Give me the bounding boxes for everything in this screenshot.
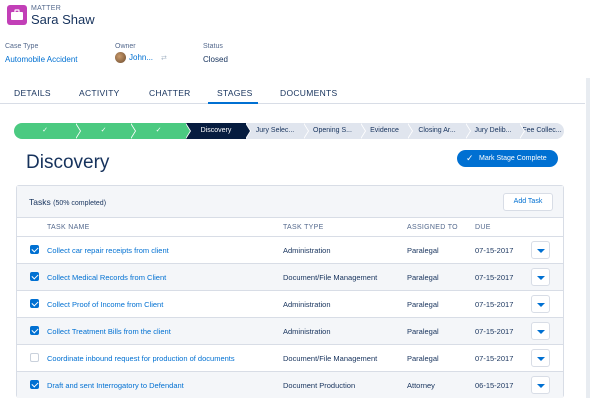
path-stage-fee-collection[interactable]: Fee Collec...: [520, 123, 564, 139]
check-icon: ✓: [466, 153, 474, 163]
path-stage-closing-arguments[interactable]: Closing Ar...: [408, 123, 466, 139]
path-stage-2[interactable]: ✓: [76, 123, 131, 139]
path-separator: [407, 123, 412, 139]
task-name-link[interactable]: Draft and sent Interrogatory to Defendan…: [47, 381, 184, 390]
status-label: Status: [203, 43, 223, 50]
table-row: Collect Proof of Income from Client Admi…: [17, 290, 563, 317]
task-type: Document/File Management: [283, 273, 378, 282]
path-separator: [75, 123, 80, 139]
column-header-task-type[interactable]: TASK TYPE: [283, 224, 324, 231]
path-stage-opening-statements[interactable]: Opening S...: [304, 123, 361, 139]
briefcase-icon: [7, 5, 27, 25]
object-label: MATTER: [31, 5, 62, 12]
task-due-date: 07-15-2017: [475, 246, 514, 255]
tasks-progress: (50% completed): [53, 200, 107, 207]
owner-label: Owner: [115, 43, 136, 50]
table-row: Collect Treatment Bills from the client …: [17, 317, 563, 344]
table-row: Collect Medical Records from Client Docu…: [17, 263, 563, 290]
task-due-date: 07-15-2017: [475, 327, 514, 336]
task-type: Document Production: [283, 381, 356, 390]
row-menu-chevron-down-icon[interactable]: [531, 349, 550, 367]
task-type: Document/File Management: [283, 354, 378, 363]
row-menu-chevron-down-icon[interactable]: [531, 322, 550, 340]
tab-details[interactable]: DETAILS: [14, 88, 51, 98]
task-assigned-to: Paralegal: [407, 354, 439, 363]
task-checkbox[interactable]: [30, 353, 39, 362]
tab-chatter[interactable]: CHATTER: [149, 88, 191, 98]
task-due-date: 07-15-2017: [475, 300, 514, 309]
case-type-label: Case Type: [5, 43, 39, 50]
stage-title: Discovery: [26, 152, 110, 173]
path-stage-discovery[interactable]: Discovery: [186, 123, 246, 139]
stage-path: ✓ ✓ ✓ Discovery Jury Selec... Opening S.…: [14, 123, 564, 139]
tasks-card: Tasks (50% completed) Add Task TASK NAME…: [16, 185, 564, 398]
change-owner-icon[interactable]: ⇄: [161, 54, 167, 62]
case-type-field: Case Type Automobile Accident: [5, 43, 78, 64]
task-assigned-to: Attorney: [407, 381, 435, 390]
path-stage-jury-deliberation[interactable]: Jury Delib...: [466, 123, 520, 139]
column-header-assigned-to[interactable]: ASSIGNED TO: [407, 224, 458, 231]
task-assigned-to: Paralegal: [407, 273, 439, 282]
path-separator: [245, 123, 250, 139]
add-task-button[interactable]: Add Task: [503, 193, 553, 211]
column-header-due[interactable]: DUE: [475, 224, 491, 231]
tab-bar: DETAILS ACTIVITY CHATTER STAGES DOCUMENT…: [0, 78, 585, 104]
task-checkbox[interactable]: [30, 380, 39, 389]
task-checkbox[interactable]: [30, 245, 39, 254]
tab-stages[interactable]: STAGES: [217, 88, 253, 98]
owner-field: Owner John... ⇄: [115, 43, 167, 63]
task-checkbox[interactable]: [30, 326, 39, 335]
path-separator: [465, 123, 470, 139]
path-stage-1[interactable]: ✓: [14, 123, 76, 139]
task-type: Administration: [283, 246, 331, 255]
tasks-card-header: Tasks (50% completed) Add Task: [17, 186, 563, 218]
path-separator: [360, 123, 365, 139]
case-type-value[interactable]: Automobile Accident: [5, 55, 78, 64]
table-row: Collect car repair receipts from client …: [17, 236, 563, 263]
task-name-link[interactable]: Collect Treatment Bills from the client: [47, 327, 171, 336]
path-separator: [185, 123, 190, 139]
task-due-date: 07-15-2017: [475, 273, 514, 282]
record-name: Sara Shaw: [31, 12, 95, 27]
path-separator: [303, 123, 308, 139]
task-type: Administration: [283, 327, 331, 336]
task-checkbox[interactable]: [30, 272, 39, 281]
mark-stage-complete-button[interactable]: ✓ Mark Stage Complete: [457, 150, 558, 167]
status-value: Closed: [203, 55, 228, 64]
tab-activity[interactable]: ACTIVITY: [79, 88, 120, 98]
tasks-title: Tasks (50% completed): [29, 197, 106, 207]
path-stage-jury-selection[interactable]: Jury Selec...: [246, 123, 304, 139]
row-menu-chevron-down-icon[interactable]: [531, 376, 550, 394]
path-separator: [519, 123, 524, 139]
scrollbar[interactable]: [586, 78, 590, 398]
path-stage-evidence[interactable]: Evidence: [361, 123, 408, 139]
table-row: Draft and sent Interrogatory to Defendan…: [17, 371, 563, 398]
record-header: MATTER Sara Shaw: [0, 0, 600, 33]
task-name-link[interactable]: Collect Medical Records from Client: [47, 273, 166, 282]
active-tab-indicator: [208, 102, 258, 104]
tab-documents[interactable]: DOCUMENTS: [280, 88, 337, 98]
row-menu-chevron-down-icon[interactable]: [531, 268, 550, 286]
column-header-task-name[interactable]: TASK NAME: [47, 224, 90, 231]
row-menu-chevron-down-icon[interactable]: [531, 295, 550, 313]
avatar: [115, 52, 126, 63]
path-separator: [130, 123, 135, 139]
task-name-link[interactable]: Collect Proof of Income from Client: [47, 300, 163, 309]
task-name-link[interactable]: Coordinate inbound request for productio…: [47, 354, 235, 363]
owner-name[interactable]: John...: [129, 53, 153, 62]
task-type: Administration: [283, 300, 331, 309]
task-checkbox[interactable]: [30, 299, 39, 308]
task-assigned-to: Paralegal: [407, 300, 439, 309]
row-menu-chevron-down-icon[interactable]: [531, 241, 550, 259]
task-assigned-to: Paralegal: [407, 246, 439, 255]
mark-stage-complete-label: Mark Stage Complete: [479, 155, 547, 162]
table-row: Coordinate inbound request for productio…: [17, 344, 563, 371]
task-due-date: 06-15-2017: [475, 381, 514, 390]
task-name-link[interactable]: Collect car repair receipts from client: [47, 246, 169, 255]
tasks-title-text: Tasks: [29, 197, 51, 207]
task-due-date: 07-15-2017: [475, 354, 514, 363]
status-field: Status Closed: [203, 43, 228, 64]
task-assigned-to: Paralegal: [407, 327, 439, 336]
path-stage-3[interactable]: ✓: [131, 123, 186, 139]
